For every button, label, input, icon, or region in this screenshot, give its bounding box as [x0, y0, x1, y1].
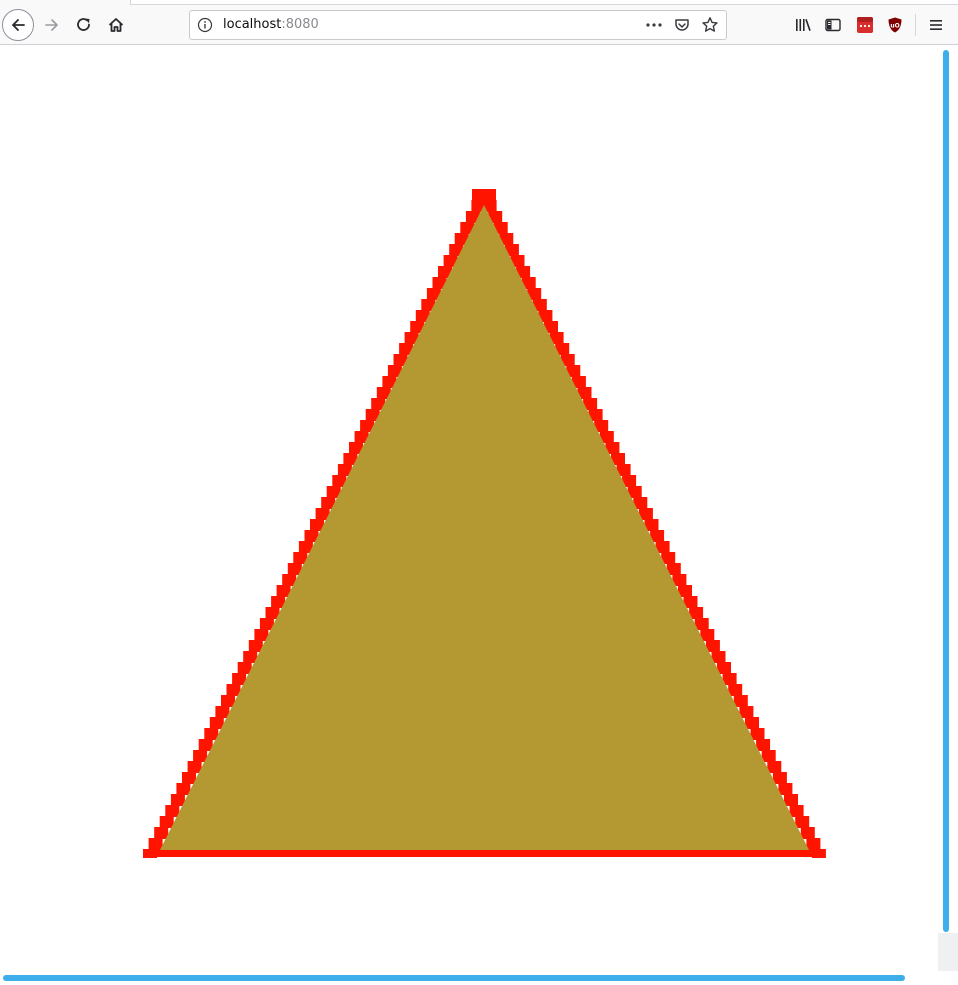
navigation-toolbar: localhost:8080 uO: [0, 5, 958, 45]
scrollbar-corner: [938, 933, 958, 971]
triangle-edge-step-left: [198, 739, 213, 751]
ublock-icon[interactable]: uO: [884, 14, 906, 36]
home-icon: [107, 16, 125, 34]
vertical-scrollbar-thumb[interactable]: [943, 50, 949, 932]
triangle-edge-step-right: [761, 750, 776, 762]
reload-button[interactable]: [68, 9, 100, 41]
triangle-edge-step-left: [165, 805, 180, 817]
address-bar[interactable]: localhost:8080: [189, 10, 727, 40]
triangle-edge-step-right: [795, 816, 810, 828]
toolbar-separator: [915, 14, 916, 36]
back-button[interactable]: [2, 9, 34, 41]
home-button[interactable]: [100, 9, 132, 41]
triangle-fill: [160, 205, 809, 850]
page-viewport: [0, 46, 938, 971]
extension-icon[interactable]: [854, 14, 876, 36]
info-icon[interactable]: [196, 16, 214, 34]
webgl-canvas: [143, 189, 826, 858]
triangle-edge-step-right: [772, 772, 787, 784]
url-port: :8080: [281, 17, 319, 32]
triangle-edge-step-right: [767, 761, 782, 773]
forward-icon: [43, 16, 61, 34]
reload-icon: [75, 16, 93, 34]
forward-button[interactable]: [36, 9, 68, 41]
sidebar-icon[interactable]: [822, 14, 844, 36]
triangle-edge-step-right: [800, 827, 815, 839]
back-icon: [2, 9, 34, 41]
horizontal-scrollbar-thumb[interactable]: [3, 975, 905, 981]
menu-icon[interactable]: [925, 14, 947, 36]
triangle-apex: [472, 189, 496, 201]
triangle-base-edge: [146, 849, 823, 857]
library-icon[interactable]: [792, 14, 814, 36]
triangle-edge-step-left: [193, 750, 208, 762]
svg-text:uO: uO: [890, 23, 899, 30]
url-host: localhost: [223, 17, 282, 32]
url-text[interactable]: localhost:8080: [223, 17, 319, 33]
triangle-edge-step-right: [784, 794, 798, 806]
triangle-edge-step-right: [806, 838, 821, 850]
pocket-icon[interactable]: [670, 14, 694, 36]
triangle-edge-step-right: [778, 783, 793, 795]
triangle-edge-step-left: [182, 772, 196, 784]
triangle-edge-step-left: [148, 838, 163, 850]
url-actions: [642, 14, 722, 36]
triangle-edge-step-left: [170, 794, 185, 806]
star-icon[interactable]: [698, 14, 722, 36]
triangle-edge-step-left: [176, 783, 191, 795]
triangle-edge-step-right: [789, 805, 804, 817]
triangle-edge-step-left: [154, 827, 169, 839]
triangle-edge-step-left: [159, 816, 174, 828]
more-icon[interactable]: [642, 14, 666, 36]
triangle-edge-step-left: [187, 761, 202, 773]
